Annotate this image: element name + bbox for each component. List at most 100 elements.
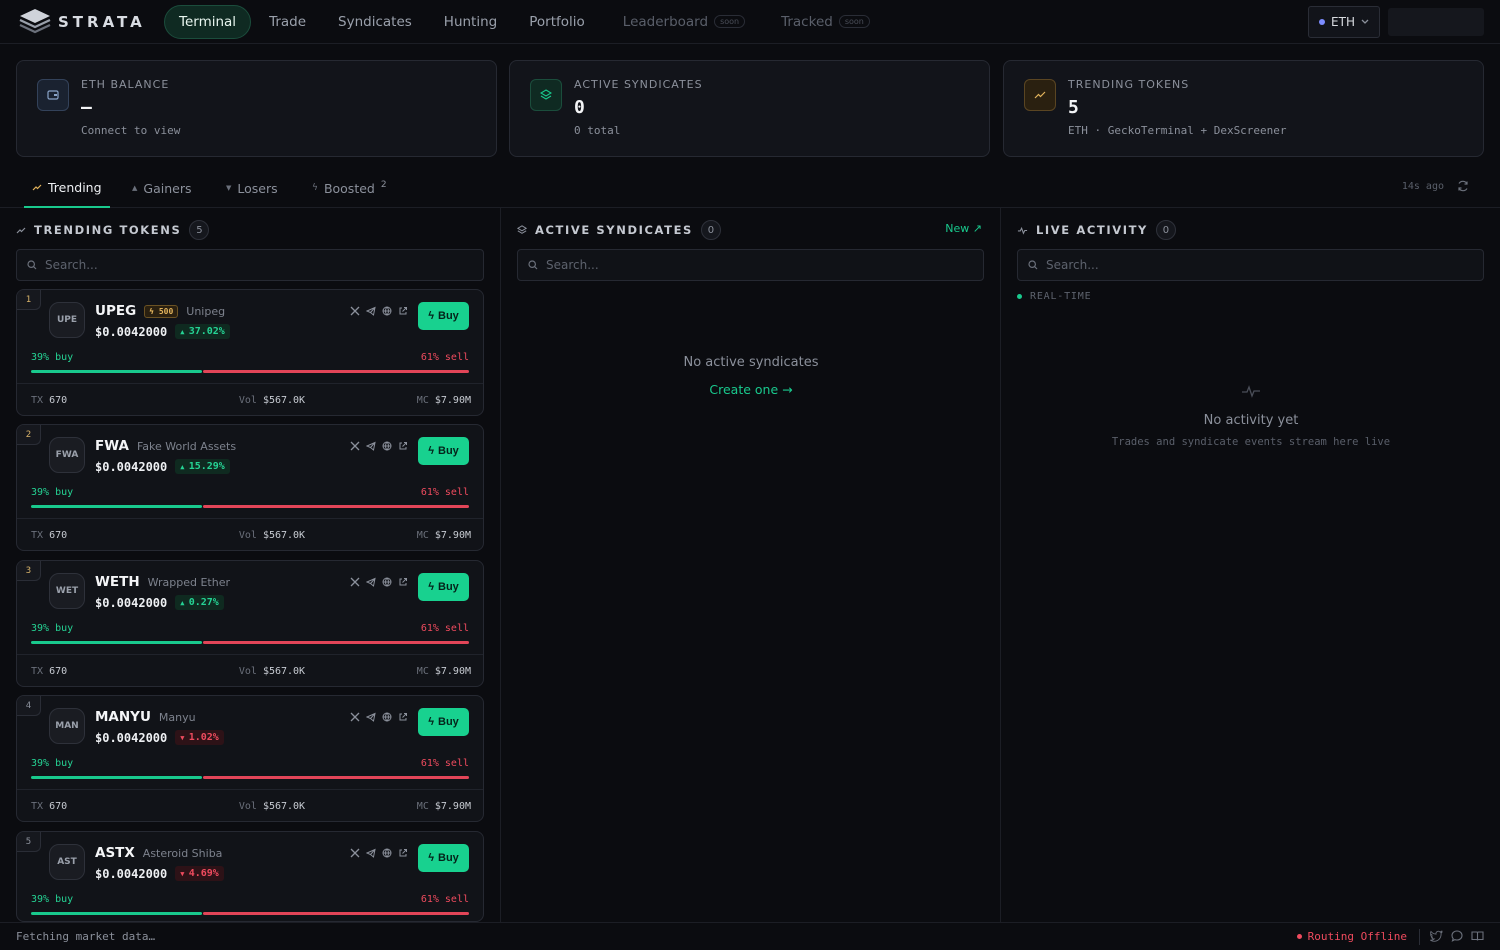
panel-title: TRENDING TOKENS — [34, 223, 182, 237]
syndicates-search[interactable] — [517, 249, 984, 281]
website-globe-icon[interactable] — [381, 305, 392, 316]
buy-percent: 39% buy — [31, 758, 74, 769]
website-globe-icon[interactable] — [381, 576, 392, 587]
buy-button[interactable]: ϟ Buy — [418, 708, 469, 736]
buy-button[interactable]: ϟ Buy — [418, 573, 469, 601]
marketcap-value: $7.90M — [434, 666, 471, 677]
nav-syndicates[interactable]: Syndicates — [324, 6, 426, 38]
buy-sell-ratio: 39% buy 61% sell — [31, 758, 469, 769]
trending-icon — [16, 227, 26, 234]
token-price-row: $0.0042000 ▲ 15.29% — [95, 459, 230, 474]
tab-trending[interactable]: Trending — [24, 168, 110, 208]
search-input[interactable] — [546, 258, 926, 272]
live-activity-panel: LIVE ACTIVITY 0 REAL-TIME No activity ye… — [1001, 208, 1500, 922]
telegram-icon[interactable] — [365, 847, 376, 858]
external-link-icon[interactable] — [397, 305, 408, 316]
external-link-icon[interactable] — [397, 440, 408, 451]
create-syndicate-link[interactable]: Create one → — [501, 382, 1001, 397]
nav-hunting[interactable]: Hunting — [430, 6, 511, 38]
tx-label: TX — [31, 530, 44, 541]
external-link-icon[interactable] — [397, 847, 408, 858]
nav-leaderboard[interactable]: Leaderboard soon — [609, 6, 759, 38]
buy-percent: 39% buy — [31, 352, 74, 363]
token-card[interactable]: 3 WET WETH Wrapped Ether $0.0042000 ▲ 0.27% ϟ B… — [16, 560, 484, 687]
tx-label: TX — [31, 395, 44, 406]
x-twitter-icon[interactable] — [349, 711, 360, 722]
x-twitter-icon[interactable] — [349, 305, 360, 316]
triangle-up-icon: ▲ — [180, 599, 189, 607]
token-card[interactable]: 1 UPE UPEG ϟ 500 Unipeg $0.0042000 ▲ 37.02% ϟ Bu… — [16, 289, 484, 416]
token-name: Unipeg — [186, 304, 226, 318]
docs-book-icon[interactable] — [1471, 930, 1484, 942]
triangle-up-icon: ▲ — [180, 463, 189, 471]
rank-badge: 2 — [17, 425, 41, 445]
buy-button[interactable]: ϟ Buy — [418, 437, 469, 465]
nav-trade[interactable]: Trade — [255, 6, 320, 38]
triangle-down-icon: ▼ — [180, 870, 189, 878]
buy-button[interactable]: ϟ Buy — [418, 302, 469, 330]
activity-search[interactable] — [1017, 249, 1484, 281]
price-change-value: 0.27% — [188, 597, 219, 608]
empty-state-title: No activity yet — [1203, 413, 1299, 428]
price-change: ▼ 4.69% — [175, 866, 224, 881]
search-icon — [27, 260, 37, 270]
refresh-icon[interactable] — [1456, 179, 1470, 193]
tx-metric: TX 670 — [31, 801, 67, 812]
token-card[interactable]: 4 MAN MANYU Manyu $0.0042000 ▼ 1.02% ϟ Buy 39% b… — [16, 695, 484, 822]
telegram-icon[interactable] — [365, 305, 376, 316]
external-link-icon[interactable] — [397, 711, 408, 722]
stat-label: TRENDING TOKENS — [1068, 78, 1190, 91]
website-globe-icon[interactable] — [381, 440, 392, 451]
external-link-icon[interactable] — [397, 576, 408, 587]
boost-amount: 500 — [158, 306, 174, 316]
token-card[interactable]: 5 AST ASTX Asteroid Shiba $0.0042000 ▼ 4.69% ϟ… — [16, 831, 484, 922]
x-twitter-icon[interactable] — [349, 576, 360, 587]
search-input[interactable] — [1046, 258, 1426, 272]
telegram-icon[interactable] — [365, 711, 376, 722]
website-globe-icon[interactable] — [381, 711, 392, 722]
price-change: ▲ 37.02% — [175, 324, 230, 339]
buy-bar-segment — [31, 370, 202, 373]
nav-label: Portfolio — [529, 13, 585, 30]
telegram-icon[interactable] — [365, 576, 376, 587]
chevron-down-icon — [1361, 19, 1369, 24]
activity-icon — [1017, 226, 1028, 235]
realtime-label: REAL-TIME — [1030, 291, 1092, 302]
buy-sell-bar — [31, 641, 469, 644]
buy-button[interactable]: ϟ Buy — [418, 844, 469, 872]
new-syndicate-link[interactable]: New ↗ — [945, 222, 982, 235]
buy-label: Buy — [438, 581, 459, 593]
activity-pulse-icon — [1242, 385, 1260, 398]
token-title: ASTX Asteroid Shiba — [95, 845, 222, 861]
trending-search[interactable] — [16, 249, 484, 281]
sell-percent: 61% sell — [420, 623, 469, 634]
marketcap-value: $7.90M — [434, 395, 471, 406]
token-avatar: UPE — [49, 302, 85, 338]
tab-gainers[interactable]: ▲ Gainers — [124, 168, 199, 208]
nav-terminal[interactable]: Terminal — [164, 4, 252, 39]
layers-icon — [530, 79, 562, 111]
telegram-icon[interactable] — [365, 440, 376, 451]
website-globe-icon[interactable] — [381, 847, 392, 858]
tab-boosted[interactable]: ϟ Boosted 2 — [304, 168, 395, 208]
triangle-down-icon: ▼ — [180, 734, 189, 742]
nav-tracked[interactable]: Tracked soon — [767, 6, 884, 38]
network-selector[interactable]: ETH — [1308, 6, 1380, 38]
tab-losers[interactable]: ▼ Losers — [218, 168, 286, 208]
nav-portfolio[interactable]: Portfolio — [515, 6, 599, 38]
buy-sell-ratio: 39% buy 61% sell — [31, 623, 469, 634]
x-twitter-icon[interactable] — [349, 440, 360, 451]
chat-icon[interactable] — [1451, 930, 1463, 942]
token-card[interactable]: 2 FWA FWA Fake World Assets $0.0042000 ▲ 15.2… — [16, 424, 484, 551]
wallet-connect-placeholder[interactable] — [1388, 8, 1484, 36]
buy-label: Buy — [438, 445, 459, 457]
count-badge: 0 — [700, 220, 721, 240]
top-navigation-bar: STRATA Terminal Trade Syndicates Hunting… — [0, 0, 1500, 44]
trending-tokens-panel: TRENDING TOKENS 5 1 UPE UPEG ϟ 500 Unipeg $0.… — [0, 208, 500, 922]
x-twitter-icon[interactable] — [349, 847, 360, 858]
search-input[interactable] — [45, 258, 425, 272]
price-change-value: 15.29% — [188, 461, 225, 472]
brand-logo[interactable]: STRATA — [18, 7, 158, 37]
twitter-icon[interactable] — [1430, 930, 1443, 942]
token-price-row: $0.0042000 ▼ 4.69% — [95, 866, 224, 881]
